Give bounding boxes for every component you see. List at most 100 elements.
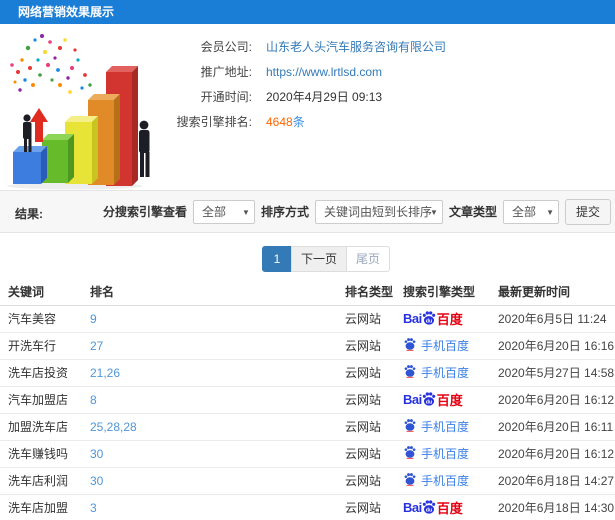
article-type-selected: 全部: [511, 204, 536, 219]
baidu-pc-logo: Bai du 百度: [403, 498, 463, 517]
engine-cell: Bai du 百度: [401, 467, 496, 495]
update-time-cell: 2020年6月20日 16:12: [496, 386, 615, 414]
engine-cell: Bai du 百度: [401, 359, 496, 387]
mobile-baidu-text: 手机百度: [421, 338, 470, 353]
table-body: 汽车美容 9 云网站 Bai du 百度 2020年6月5日 11:24 开洗车…: [0, 305, 615, 520]
open-time-row: 开通时间: 2020年4月29日 09:13: [160, 84, 446, 109]
sort-select[interactable]: 关键词由短到长排序 ▼: [314, 199, 443, 224]
rank-type-cell: 云网站: [343, 305, 401, 333]
chevron-down-icon: ▼: [546, 207, 554, 217]
filter-bar: 结果: 分搜索引擎查看 全部 ▼ 排序方式 关键词由短到长排序 ▼ 文章类型 全…: [0, 190, 615, 233]
rank-cell[interactable]: 25,28,28: [88, 413, 343, 441]
mobile-baidu-paw-icon: [404, 473, 416, 487]
update-time-cell: 2020年6月18日 14:30: [496, 494, 615, 520]
promo-url-row: 推广地址: https://www.lrtlsd.com: [160, 59, 446, 84]
open-time-label: 开通时间:: [200, 90, 252, 104]
article-type-label: 文章类型: [448, 205, 497, 219]
engine-rank-value: 4648条: [266, 113, 305, 130]
rank-cell[interactable]: 21,26: [88, 359, 343, 387]
mobile-baidu-text: 手机百度: [421, 419, 470, 434]
mobile-baidu-paw-icon: [404, 446, 416, 460]
engine-cell: Bai du 百度: [401, 386, 496, 414]
rank-cell[interactable]: 27: [88, 332, 343, 360]
last-page-button[interactable]: 尾页: [346, 246, 391, 272]
keyword-cell: 汽车美容: [0, 305, 88, 333]
baidu-paw-icon: du: [422, 310, 435, 325]
rank-type-cell: 云网站: [343, 359, 401, 387]
engine-filter-select[interactable]: 全部 ▼: [192, 199, 255, 224]
rank-type-cell: 云网站: [343, 467, 401, 495]
engine-filter-selected: 全部: [201, 204, 226, 219]
rank-cell[interactable]: 30: [88, 467, 343, 495]
article-type-select[interactable]: 全部 ▼: [502, 199, 559, 224]
svg-text:du: du: [425, 318, 432, 324]
sort-label: 排序方式: [260, 205, 309, 219]
marketing-report-page: 网络营销效果展示 会员公司: 山东老人头汽车服务咨询有限公司 推广地址: htt…: [0, 0, 615, 520]
sort-selected: 关键词由短到长排序: [323, 204, 432, 219]
engine-cell: Bai du 百度: [401, 332, 496, 360]
chevron-down-icon: ▼: [242, 207, 250, 217]
engine-rank-count: 4648: [266, 115, 293, 129]
table-row: 洗车店加盟 3 云网站 Bai du 百度 2020年6月18日 14:30: [0, 494, 615, 520]
engine-cell: Bai du 百度: [401, 305, 496, 333]
mobile-baidu-paw-icon: [404, 365, 416, 379]
mobile-baidu-text: 手机百度: [421, 365, 470, 380]
submit-button[interactable]: 提交: [564, 198, 611, 225]
table-row: 汽车美容 9 云网站 Bai du 百度 2020年6月5日 11:24: [0, 305, 615, 333]
member-company-label: 会员公司:: [200, 40, 252, 54]
header-engine-type: 搜索引擎类型: [401, 278, 496, 306]
baidu-mobile-logo: 手机百度: [403, 472, 469, 489]
rank-cell[interactable]: 30: [88, 440, 343, 468]
company-info: 会员公司: 山东老人头汽车服务咨询有限公司 推广地址: https://www.…: [160, 34, 446, 134]
chevron-down-icon: ▼: [430, 207, 438, 217]
filter-controls: 分搜索引擎查看 全部 ▼ 排序方式 关键词由短到长排序 ▼ 文章类型 全部 ▼ …: [103, 191, 611, 232]
engine-cell: Bai du 百度: [401, 494, 496, 520]
engine-rank-label: 搜索引擎排名:: [176, 115, 252, 129]
mobile-baidu-paw-icon: [404, 419, 416, 433]
svg-text:du: du: [425, 507, 432, 513]
rank-cell[interactable]: 9: [88, 305, 343, 333]
baidu-pc-logo: Bai du 百度: [403, 390, 463, 409]
keyword-cell: 开洗车行: [0, 332, 88, 360]
next-page-button[interactable]: 下一页: [291, 246, 348, 272]
engine-rank-row: 搜索引擎排名: 4648条: [160, 109, 446, 134]
baidu-paw-icon: du: [422, 391, 435, 406]
open-time-value: 2020年4月29日 09:13: [266, 90, 383, 104]
baidu-mobile-logo: 手机百度: [403, 418, 469, 435]
engine-rank-unit: 条: [292, 115, 305, 129]
baidu-pc-logo: Bai du 百度: [403, 309, 463, 328]
baidu-paw-icon: du: [422, 499, 435, 514]
mobile-baidu-text: 手机百度: [421, 473, 470, 488]
rank-cell[interactable]: 3: [88, 494, 343, 520]
update-time-cell: 2020年5月27日 14:58: [496, 359, 615, 387]
page-header: 网络营销效果展示: [0, 0, 615, 24]
pagination: 1 下一页 尾页: [262, 246, 391, 272]
table-row: 洗车店投资 21,26 云网站 Bai du 百度: [0, 359, 615, 387]
results-table: 关键词 排名 排名类型 搜索引擎类型 最新更新时间 汽车美容 9 云网站 Bai: [0, 278, 615, 520]
baidu-cn-text: 百度: [436, 312, 463, 327]
keyword-cell: 加盟洗车店: [0, 413, 88, 441]
results-table-wrap: 关键词 排名 排名类型 搜索引擎类型 最新更新时间 汽车美容 9 云网站 Bai: [0, 278, 615, 520]
rank-type-cell: 云网站: [343, 332, 401, 360]
mobile-baidu-paw-icon: [404, 338, 416, 352]
engine-filter-label: 分搜索引擎查看: [102, 205, 187, 219]
svg-text:du: du: [425, 399, 432, 405]
table-header-row: 关键词 排名 排名类型 搜索引擎类型 最新更新时间: [0, 278, 615, 306]
keyword-cell: 洗车店投资: [0, 359, 88, 387]
table-row: 汽车加盟店 8 云网站 Bai du 百度 2020年6月20日 16:12: [0, 386, 615, 414]
keyword-cell: 汽车加盟店: [0, 386, 88, 414]
businessman-right: [139, 120, 150, 177]
rank-type-cell: 云网站: [343, 386, 401, 414]
page-1-button[interactable]: 1: [262, 246, 292, 272]
baidu-bai-text: Bai: [403, 500, 422, 515]
promo-url-link[interactable]: https://www.lrtlsd.com: [266, 65, 382, 79]
header-rank-type: 排名类型: [343, 278, 401, 306]
member-company-link[interactable]: 山东老人头汽车服务咨询有限公司: [266, 38, 446, 55]
rank-cell[interactable]: 8: [88, 386, 343, 414]
keyword-cell: 洗车店加盟: [0, 494, 88, 520]
page-title: 网络营销效果展示: [18, 5, 115, 19]
update-time-cell: 2020年6月20日 16:11: [496, 413, 615, 441]
header-rank: 排名: [88, 278, 343, 306]
baidu-cn-text: 百度: [436, 393, 463, 408]
table-row: 洗车店利润 30 云网站 Bai du 百度: [0, 467, 615, 495]
